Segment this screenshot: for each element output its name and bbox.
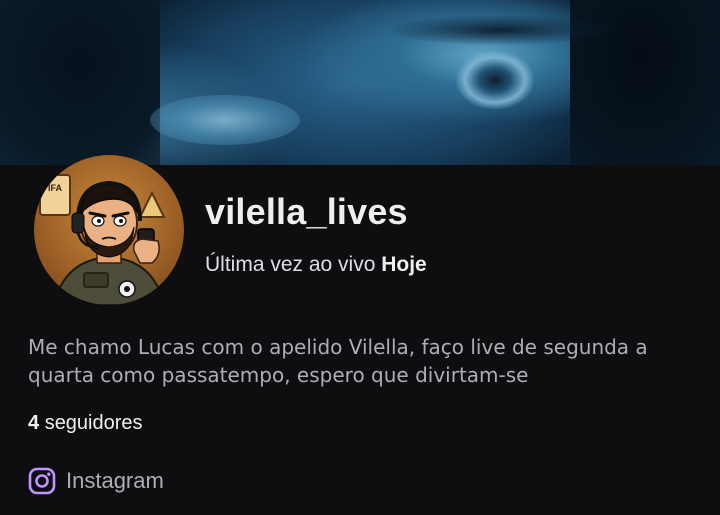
- last-live-label: Última vez ao vivo: [205, 253, 376, 276]
- followers-number: 4: [28, 412, 40, 434]
- channel-username[interactable]: vilella_lives: [205, 190, 408, 234]
- banner-brow: [390, 15, 610, 45]
- banner-hair-left: [0, 0, 160, 165]
- profile-banner: [0, 0, 720, 165]
- avatar-triangle-decor: [138, 190, 166, 218]
- last-live-status: Última vez ao vivo Hoje: [205, 251, 427, 279]
- avatar-vest: [52, 255, 166, 305]
- instagram-label: Instagram: [66, 468, 164, 493]
- avatar-sign-text: IFA: [48, 183, 63, 193]
- instagram-icon: [28, 467, 56, 495]
- profile-avatar[interactable]: IFA: [34, 155, 184, 305]
- channel-bio: Me chamo Lucas com o apelido Vilella, fa…: [28, 335, 648, 387]
- last-live-value: Hoje: [381, 253, 427, 276]
- cartoon-avatar-icon: IFA: [39, 174, 166, 305]
- followers-label: seguidores: [44, 412, 143, 434]
- followers-count: 4 seguidores: [28, 410, 143, 436]
- avatar-sign: [39, 174, 71, 216]
- banner-eye-secondary: [150, 95, 300, 145]
- instagram-link[interactable]: Instagram: [28, 466, 164, 496]
- banner-eye: [420, 50, 570, 110]
